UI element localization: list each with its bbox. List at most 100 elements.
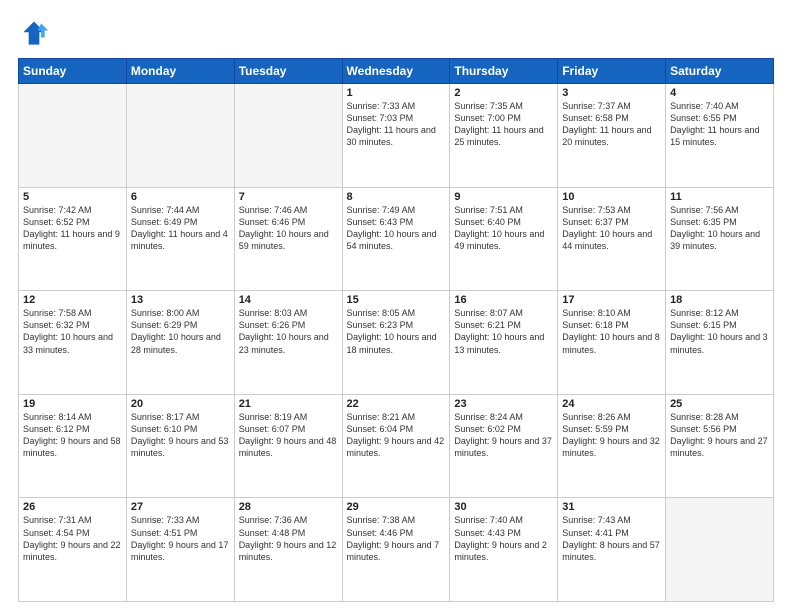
day-details: Sunrise: 7:40 AM Sunset: 4:43 PM Dayligh… <box>454 514 553 563</box>
calendar-cell: 26Sunrise: 7:31 AM Sunset: 4:54 PM Dayli… <box>19 498 127 602</box>
day-details: Sunrise: 7:46 AM Sunset: 6:46 PM Dayligh… <box>239 204 338 253</box>
day-number: 27 <box>131 501 230 513</box>
day-number: 11 <box>670 191 769 203</box>
day-details: Sunrise: 7:33 AM Sunset: 4:51 PM Dayligh… <box>131 514 230 563</box>
day-number: 26 <box>23 501 122 513</box>
calendar-cell: 31Sunrise: 7:43 AM Sunset: 4:41 PM Dayli… <box>558 498 666 602</box>
day-details: Sunrise: 7:40 AM Sunset: 6:55 PM Dayligh… <box>670 100 769 149</box>
day-number: 1 <box>347 87 446 99</box>
week-row-4: 19Sunrise: 8:14 AM Sunset: 6:12 PM Dayli… <box>19 394 774 498</box>
calendar-cell: 14Sunrise: 8:03 AM Sunset: 6:26 PM Dayli… <box>234 291 342 395</box>
calendar-cell: 9Sunrise: 7:51 AM Sunset: 6:40 PM Daylig… <box>450 187 558 291</box>
calendar-cell: 4Sunrise: 7:40 AM Sunset: 6:55 PM Daylig… <box>666 84 774 188</box>
day-number: 28 <box>239 501 338 513</box>
day-number: 3 <box>562 87 661 99</box>
weekday-header-thursday: Thursday <box>450 59 558 84</box>
week-row-5: 26Sunrise: 7:31 AM Sunset: 4:54 PM Dayli… <box>19 498 774 602</box>
calendar-cell: 22Sunrise: 8:21 AM Sunset: 6:04 PM Dayli… <box>342 394 450 498</box>
day-number: 13 <box>131 294 230 306</box>
logo-icon <box>18 18 50 50</box>
day-details: Sunrise: 7:36 AM Sunset: 4:48 PM Dayligh… <box>239 514 338 563</box>
day-details: Sunrise: 7:44 AM Sunset: 6:49 PM Dayligh… <box>131 204 230 253</box>
calendar-cell <box>19 84 127 188</box>
day-number: 23 <box>454 398 553 410</box>
day-details: Sunrise: 8:28 AM Sunset: 5:56 PM Dayligh… <box>670 411 769 460</box>
day-details: Sunrise: 7:43 AM Sunset: 4:41 PM Dayligh… <box>562 514 661 563</box>
calendar-cell: 18Sunrise: 8:12 AM Sunset: 6:15 PM Dayli… <box>666 291 774 395</box>
day-number: 5 <box>23 191 122 203</box>
day-details: Sunrise: 7:33 AM Sunset: 7:03 PM Dayligh… <box>347 100 446 149</box>
day-details: Sunrise: 7:53 AM Sunset: 6:37 PM Dayligh… <box>562 204 661 253</box>
day-number: 19 <box>23 398 122 410</box>
day-number: 25 <box>670 398 769 410</box>
day-number: 10 <box>562 191 661 203</box>
calendar-cell: 13Sunrise: 8:00 AM Sunset: 6:29 PM Dayli… <box>126 291 234 395</box>
day-details: Sunrise: 7:42 AM Sunset: 6:52 PM Dayligh… <box>23 204 122 253</box>
day-details: Sunrise: 8:05 AM Sunset: 6:23 PM Dayligh… <box>347 307 446 356</box>
calendar-cell: 11Sunrise: 7:56 AM Sunset: 6:35 PM Dayli… <box>666 187 774 291</box>
day-number: 22 <box>347 398 446 410</box>
day-number: 29 <box>347 501 446 513</box>
day-number: 8 <box>347 191 446 203</box>
day-number: 16 <box>454 294 553 306</box>
weekday-header-friday: Friday <box>558 59 666 84</box>
day-details: Sunrise: 8:19 AM Sunset: 6:07 PM Dayligh… <box>239 411 338 460</box>
day-number: 9 <box>454 191 553 203</box>
day-details: Sunrise: 7:49 AM Sunset: 6:43 PM Dayligh… <box>347 204 446 253</box>
day-details: Sunrise: 8:17 AM Sunset: 6:10 PM Dayligh… <box>131 411 230 460</box>
calendar-cell: 3Sunrise: 7:37 AM Sunset: 6:58 PM Daylig… <box>558 84 666 188</box>
day-details: Sunrise: 7:37 AM Sunset: 6:58 PM Dayligh… <box>562 100 661 149</box>
calendar-cell: 21Sunrise: 8:19 AM Sunset: 6:07 PM Dayli… <box>234 394 342 498</box>
day-number: 7 <box>239 191 338 203</box>
calendar-cell: 23Sunrise: 8:24 AM Sunset: 6:02 PM Dayli… <box>450 394 558 498</box>
day-number: 18 <box>670 294 769 306</box>
day-number: 6 <box>131 191 230 203</box>
calendar-cell: 12Sunrise: 7:58 AM Sunset: 6:32 PM Dayli… <box>19 291 127 395</box>
calendar-table: SundayMondayTuesdayWednesdayThursdayFrid… <box>18 58 774 602</box>
day-details: Sunrise: 8:07 AM Sunset: 6:21 PM Dayligh… <box>454 307 553 356</box>
calendar-cell: 6Sunrise: 7:44 AM Sunset: 6:49 PM Daylig… <box>126 187 234 291</box>
calendar-cell: 10Sunrise: 7:53 AM Sunset: 6:37 PM Dayli… <box>558 187 666 291</box>
day-details: Sunrise: 8:21 AM Sunset: 6:04 PM Dayligh… <box>347 411 446 460</box>
day-number: 31 <box>562 501 661 513</box>
day-number: 4 <box>670 87 769 99</box>
day-number: 14 <box>239 294 338 306</box>
day-details: Sunrise: 8:26 AM Sunset: 5:59 PM Dayligh… <box>562 411 661 460</box>
calendar-cell <box>126 84 234 188</box>
calendar-cell: 20Sunrise: 8:17 AM Sunset: 6:10 PM Dayli… <box>126 394 234 498</box>
day-number: 20 <box>131 398 230 410</box>
calendar-cell: 15Sunrise: 8:05 AM Sunset: 6:23 PM Dayli… <box>342 291 450 395</box>
calendar-cell: 28Sunrise: 7:36 AM Sunset: 4:48 PM Dayli… <box>234 498 342 602</box>
day-details: Sunrise: 7:31 AM Sunset: 4:54 PM Dayligh… <box>23 514 122 563</box>
day-number: 21 <box>239 398 338 410</box>
day-number: 30 <box>454 501 553 513</box>
calendar-cell: 1Sunrise: 7:33 AM Sunset: 7:03 PM Daylig… <box>342 84 450 188</box>
day-details: Sunrise: 7:35 AM Sunset: 7:00 PM Dayligh… <box>454 100 553 149</box>
day-number: 24 <box>562 398 661 410</box>
day-details: Sunrise: 8:24 AM Sunset: 6:02 PM Dayligh… <box>454 411 553 460</box>
calendar-cell: 2Sunrise: 7:35 AM Sunset: 7:00 PM Daylig… <box>450 84 558 188</box>
day-details: Sunrise: 8:14 AM Sunset: 6:12 PM Dayligh… <box>23 411 122 460</box>
calendar-cell: 8Sunrise: 7:49 AM Sunset: 6:43 PM Daylig… <box>342 187 450 291</box>
day-details: Sunrise: 8:00 AM Sunset: 6:29 PM Dayligh… <box>131 307 230 356</box>
calendar-cell: 19Sunrise: 8:14 AM Sunset: 6:12 PM Dayli… <box>19 394 127 498</box>
week-row-2: 5Sunrise: 7:42 AM Sunset: 6:52 PM Daylig… <box>19 187 774 291</box>
calendar-cell: 30Sunrise: 7:40 AM Sunset: 4:43 PM Dayli… <box>450 498 558 602</box>
day-details: Sunrise: 7:56 AM Sunset: 6:35 PM Dayligh… <box>670 204 769 253</box>
day-details: Sunrise: 8:12 AM Sunset: 6:15 PM Dayligh… <box>670 307 769 356</box>
week-row-1: 1Sunrise: 7:33 AM Sunset: 7:03 PM Daylig… <box>19 84 774 188</box>
header <box>18 18 774 50</box>
calendar-cell: 5Sunrise: 7:42 AM Sunset: 6:52 PM Daylig… <box>19 187 127 291</box>
week-row-3: 12Sunrise: 7:58 AM Sunset: 6:32 PM Dayli… <box>19 291 774 395</box>
calendar-cell <box>666 498 774 602</box>
weekday-header-saturday: Saturday <box>666 59 774 84</box>
calendar-cell: 29Sunrise: 7:38 AM Sunset: 4:46 PM Dayli… <box>342 498 450 602</box>
weekday-header-tuesday: Tuesday <box>234 59 342 84</box>
logo <box>18 18 54 50</box>
day-details: Sunrise: 8:10 AM Sunset: 6:18 PM Dayligh… <box>562 307 661 356</box>
weekday-header-monday: Monday <box>126 59 234 84</box>
weekday-header-sunday: Sunday <box>19 59 127 84</box>
calendar-cell: 25Sunrise: 8:28 AM Sunset: 5:56 PM Dayli… <box>666 394 774 498</box>
day-number: 17 <box>562 294 661 306</box>
day-number: 2 <box>454 87 553 99</box>
